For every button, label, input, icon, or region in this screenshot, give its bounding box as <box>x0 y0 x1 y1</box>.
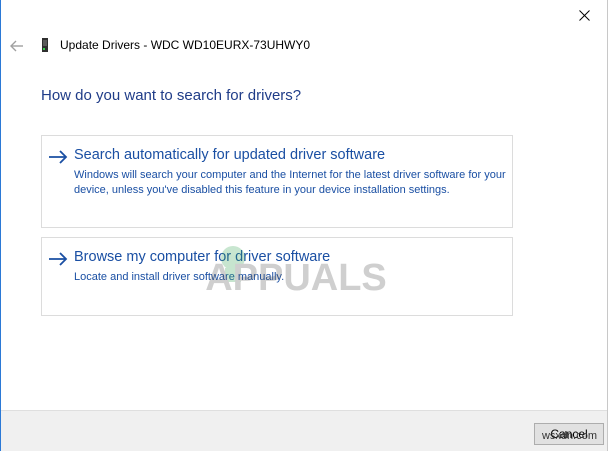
option-description: Windows will search your computer and th… <box>74 169 506 196</box>
arrow-right-icon <box>49 150 68 164</box>
back-arrow-icon[interactable] <box>9 38 25 54</box>
page-heading: How do you want to search for drivers? <box>41 87 302 104</box>
browse-computer-option[interactable]: Browse my computer for driver software L… <box>41 237 513 316</box>
option-title: Search automatically for updated driver … <box>74 147 386 163</box>
hard-drive-device-icon <box>42 38 48 52</box>
close-icon <box>578 9 590 21</box>
update-drivers-dialog: Update Drivers - WDC WD10EURX-73UHWY0 Ho… <box>0 0 608 451</box>
dialog-footer: Cancel <box>1 410 607 451</box>
site-watermark-text: wsxdn.com <box>541 430 597 442</box>
close-button[interactable] <box>561 0 607 30</box>
search-automatically-option[interactable]: Search automatically for updated driver … <box>41 135 513 228</box>
option-description: Locate and install driver software manua… <box>74 271 285 283</box>
window-title: Update Drivers - WDC WD10EURX-73UHWY0 <box>60 38 311 52</box>
option-title: Browse my computer for driver software <box>74 249 331 265</box>
arrow-right-icon <box>49 252 68 266</box>
